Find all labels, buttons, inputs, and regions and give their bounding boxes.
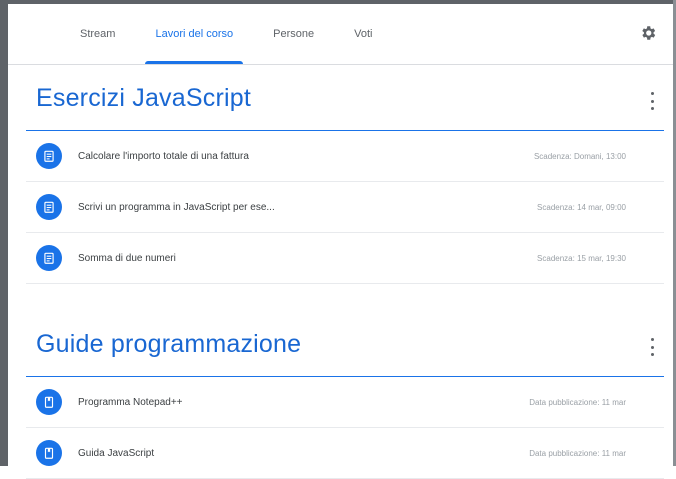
top-navigation-bar: Stream Lavori del corso Persone Voti xyxy=(8,4,673,65)
settings-gear-icon[interactable] xyxy=(639,24,657,42)
assignment-icon xyxy=(36,143,62,169)
item-title: Scrivi un programma in JavaScript per es… xyxy=(78,201,275,213)
more-options-icon[interactable] xyxy=(646,92,658,110)
item-title: Programma Notepad++ xyxy=(78,396,183,408)
topic-section-esercizi: Esercizi JavaScript Calcolare l'importo … xyxy=(26,64,664,284)
item-title: Calcolare l'importo totale di una fattur… xyxy=(78,150,249,162)
material-icon xyxy=(36,389,62,415)
tab-lavori-del-corso[interactable]: Lavori del corso xyxy=(135,4,253,64)
tab-label: Lavori del corso xyxy=(155,28,234,40)
assignment-icon xyxy=(36,245,62,271)
window-frame-left xyxy=(0,0,8,466)
tab-bar: Stream Lavori del corso Persone Voti xyxy=(60,4,392,64)
tab-stream[interactable]: Stream xyxy=(60,4,135,64)
topic-title[interactable]: Guide programmazione xyxy=(36,330,301,359)
tab-voti[interactable]: Voti xyxy=(334,4,392,64)
topic-header: Guide programmazione xyxy=(26,310,664,377)
topic-header: Esercizi JavaScript xyxy=(26,64,664,131)
tab-label: Stream xyxy=(80,28,116,40)
item-due-date: Scadenza: 14 mar, 09:00 xyxy=(537,202,626,212)
item-publish-date: Data pubblicazione: 11 mar xyxy=(529,397,626,407)
tab-persone[interactable]: Persone xyxy=(253,4,334,64)
material-icon xyxy=(36,440,62,466)
item-due-date: Scadenza: Domani, 13:00 xyxy=(533,151,626,161)
tab-label: Voti xyxy=(354,28,373,40)
topic-section-guide: Guide programmazione Programma Notepad++… xyxy=(26,310,664,479)
classwork-item[interactable]: Guida JavaScript Data pubblicazione: 11 … xyxy=(26,428,664,479)
tab-label: Persone xyxy=(273,28,315,40)
more-options-icon[interactable] xyxy=(646,338,658,356)
item-publish-date: Data pubblicazione: 11 mar xyxy=(529,448,626,458)
classwork-item[interactable]: Somma di due numeri Scadenza: 15 mar, 19… xyxy=(26,233,664,284)
item-due-date: Scadenza: 15 mar, 19:30 xyxy=(537,253,626,263)
classwork-item[interactable]: Calcolare l'importo totale di una fattur… xyxy=(26,131,664,182)
item-title: Guida JavaScript xyxy=(78,447,155,459)
classwork-item[interactable]: Scrivi un programma in JavaScript per es… xyxy=(26,182,664,233)
assignment-icon xyxy=(36,194,62,220)
classwork-item[interactable]: Programma Notepad++ Data pubblicazione: … xyxy=(26,377,664,428)
topic-title[interactable]: Esercizi JavaScript xyxy=(36,84,251,113)
item-title: Somma di due numeri xyxy=(78,252,176,264)
